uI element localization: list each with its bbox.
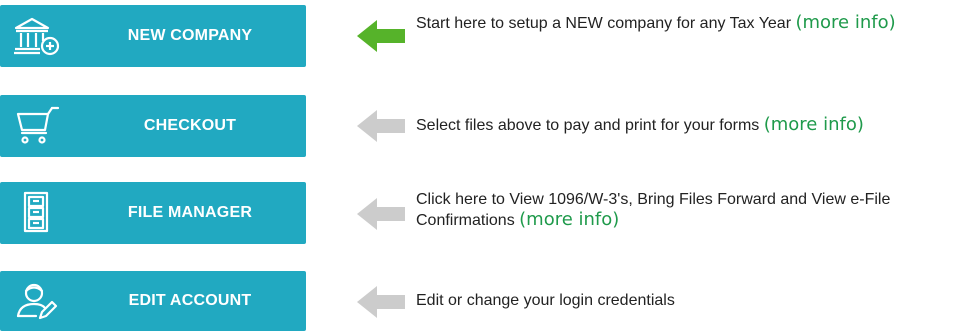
gray-left-arrow-icon — [357, 198, 405, 230]
checkout-description: Select files above to pay and print for … — [416, 115, 966, 136]
new-company-button-label: NEW COMPANY — [127, 27, 253, 44]
new-company-description-text: Start here to setup a NEW company for an… — [416, 15, 796, 32]
row-file-manager: FILE MANAGER Click here to View 1096/W-3… — [0, 182, 972, 244]
new-company-more-info-link[interactable]: (more info) — [795, 12, 895, 33]
checkout-button-label: CHECKOUT — [143, 117, 237, 134]
gray-left-arrow-icon — [357, 286, 405, 318]
row-edit-account: EDIT ACCOUNT Edit or change your login c… — [0, 271, 972, 331]
edit-account-button-label: EDIT ACCOUNT — [128, 292, 252, 309]
bank-building-plus-icon — [12, 16, 62, 56]
file-manager-description-line1: Click here to View 1096/W-3's, Bring Fil… — [416, 191, 891, 208]
file-manager-button-label: FILE MANAGER — [127, 204, 253, 221]
file-manager-more-info-link[interactable]: (more info) — [519, 209, 619, 230]
row-new-company: NEW COMPANY Start here to setup a NEW co… — [0, 5, 972, 67]
file-manager-description-line2: Confirmations (more info) — [416, 210, 966, 231]
file-manager-description: Click here to View 1096/W-3's, Bring Fil… — [416, 190, 966, 231]
edit-account-description: Edit or change your login credentials — [416, 291, 966, 311]
file-manager-button[interactable]: FILE MANAGER — [0, 182, 306, 244]
file-manager-description-text: Confirmations — [416, 212, 520, 229]
user-edit-icon — [12, 281, 62, 321]
edit-account-description-text: Edit or change your login credentials — [416, 292, 675, 309]
checkout-more-info-link[interactable]: (more info) — [764, 114, 864, 135]
checkout-description-text: Select files above to pay and print for … — [416, 117, 764, 134]
gray-left-arrow-icon — [357, 110, 405, 142]
shopping-cart-icon — [12, 106, 62, 146]
edit-account-button[interactable]: EDIT ACCOUNT — [0, 271, 306, 331]
file-cabinet-icon — [12, 191, 62, 233]
new-company-button[interactable]: NEW COMPANY — [0, 5, 306, 67]
checkout-button[interactable]: CHECKOUT — [0, 95, 306, 157]
green-left-arrow-icon — [357, 20, 405, 52]
new-company-description: Start here to setup a NEW company for an… — [416, 13, 966, 34]
row-checkout: CHECKOUT Select files above to pay and p… — [0, 95, 972, 157]
